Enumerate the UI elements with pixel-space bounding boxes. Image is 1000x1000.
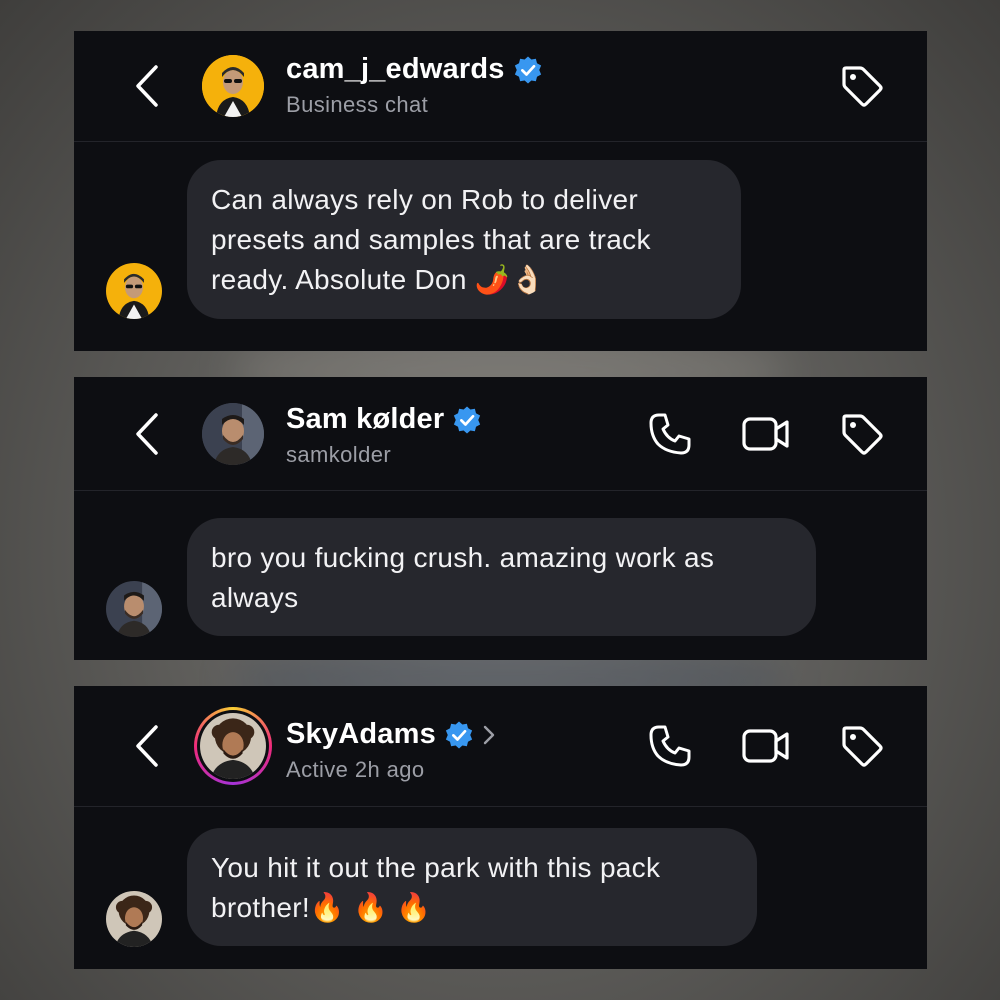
back-button[interactable] (130, 721, 166, 771)
chat-card-cam: cam_j_edwards Business chat Can always r… (74, 31, 927, 351)
avatar-photo-curly-hair (106, 891, 162, 947)
message-bubble[interactable]: bro you fucking crush. amazing work as a… (187, 518, 816, 636)
sender-avatar[interactable] (106, 263, 162, 319)
avatar-photo-beard (202, 402, 264, 465)
avatar[interactable] (202, 402, 264, 465)
video-camera-icon (742, 729, 789, 763)
chat-name[interactable]: Sam kølder (286, 403, 444, 436)
video-camera-icon (742, 416, 789, 451)
tag-button[interactable] (837, 721, 887, 771)
back-button[interactable] (130, 61, 166, 111)
tag-icon (842, 413, 883, 455)
sender-avatar[interactable] (106, 581, 162, 637)
verified-badge-icon (454, 406, 481, 433)
chevron-left-icon (136, 725, 158, 767)
avatar-photo-beard (106, 581, 162, 637)
tag-button[interactable] (837, 61, 887, 111)
chat-subtitle: Active 2h ago (286, 757, 425, 782)
call-button[interactable] (645, 409, 695, 459)
message-bubble[interactable]: You hit it out the park with this pack b… (187, 828, 757, 946)
tag-icon (842, 726, 883, 767)
avatar-photo-sunglasses (202, 55, 264, 117)
verified-badge-icon (514, 56, 541, 83)
video-call-button[interactable] (741, 721, 791, 771)
phone-icon (649, 413, 691, 454)
back-button[interactable] (130, 409, 166, 459)
video-call-button[interactable] (741, 409, 791, 459)
tag-button[interactable] (837, 409, 887, 459)
avatar[interactable] (202, 55, 264, 117)
chevron-left-icon (136, 412, 158, 455)
sender-avatar[interactable] (106, 891, 162, 947)
chevron-left-icon (136, 65, 158, 107)
chevron-right-icon[interactable] (482, 724, 496, 746)
phone-icon (649, 725, 691, 767)
chat-header: SkyAdams Active 2h ago (74, 686, 927, 807)
chat-name[interactable]: SkyAdams (286, 718, 436, 751)
message-bubble[interactable]: Can always rely on Rob to deliver preset… (187, 160, 741, 319)
tag-icon (842, 66, 883, 107)
verified-badge-icon (445, 721, 473, 748)
chat-card-sam: Sam kølder samkolder bro you fucking cru… (74, 377, 927, 660)
chat-name[interactable]: cam_j_edwards (286, 53, 505, 86)
chat-header: cam_j_edwards Business chat (74, 31, 927, 142)
chat-subtitle: samkolder (286, 442, 392, 467)
call-button[interactable] (645, 721, 695, 771)
avatar-photo-curly-hair (200, 713, 266, 779)
chat-subtitle: Business chat (286, 92, 429, 117)
chat-header: Sam kølder samkolder (74, 377, 927, 491)
avatar (200, 713, 266, 779)
avatar-story-ring[interactable] (194, 707, 272, 785)
chat-card-sky: SkyAdams Active 2h ago You hit it out th… (74, 686, 927, 969)
avatar-photo-sunglasses (106, 263, 162, 319)
